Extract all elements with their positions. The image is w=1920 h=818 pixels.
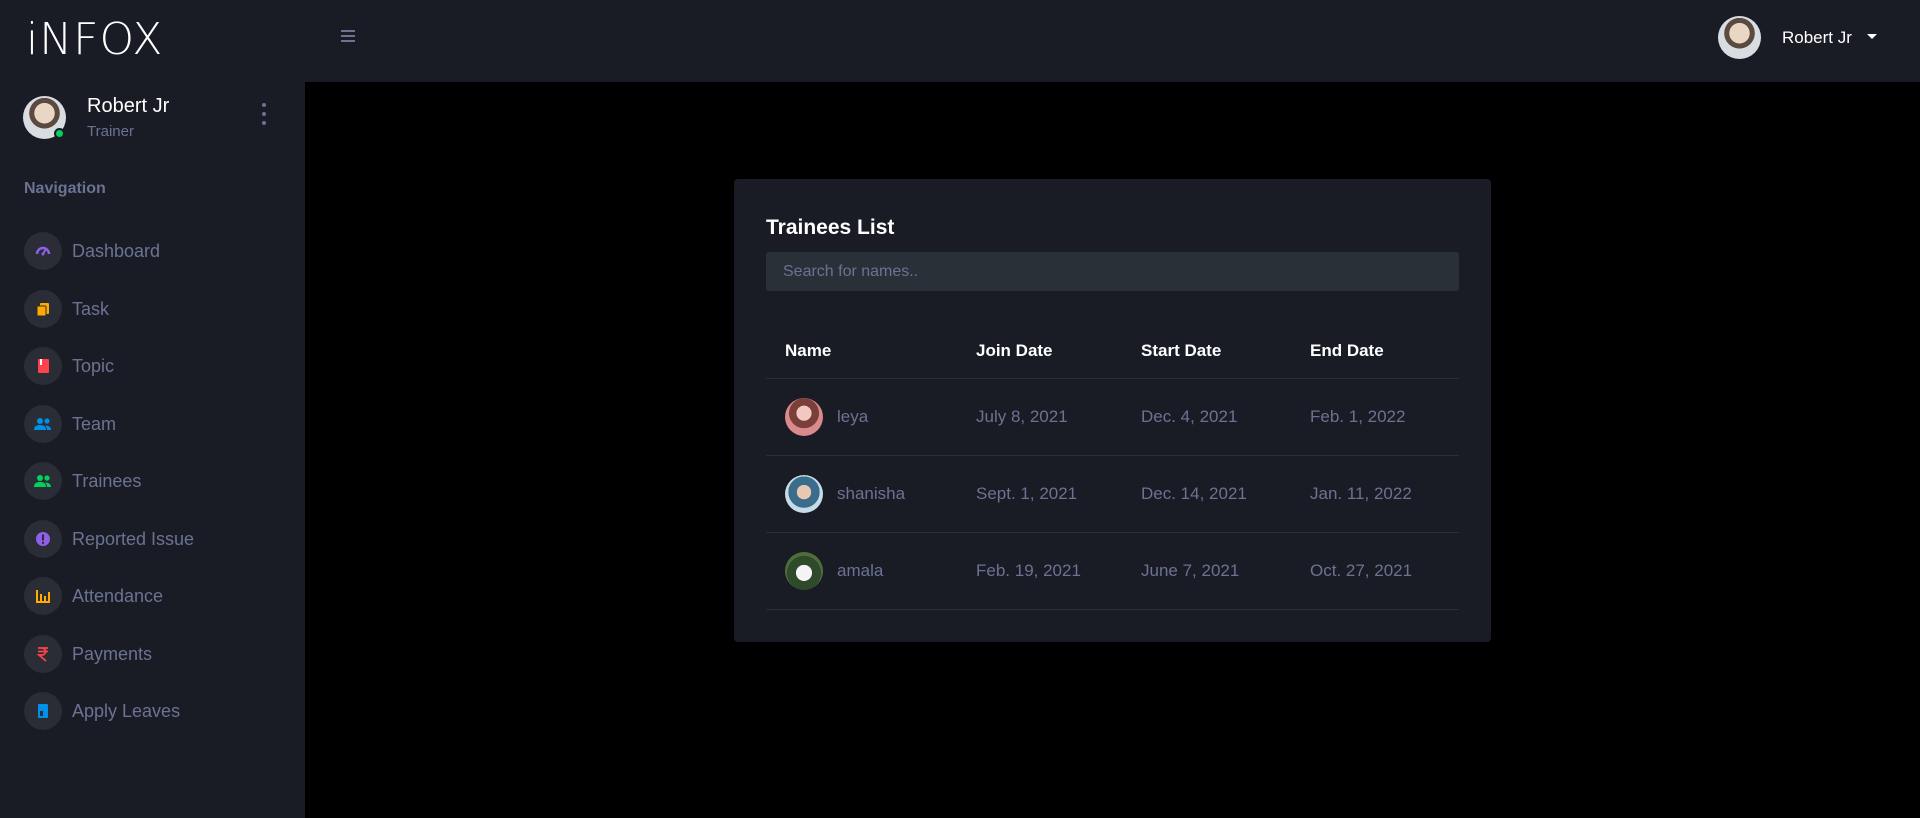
nav-heading: Navigation — [24, 180, 106, 197]
online-status-dot — [54, 128, 65, 139]
avatar — [785, 397, 823, 436]
sidebar-item-trainees[interactable]: Trainees — [24, 461, 294, 501]
sidebar-item-label: Payments — [72, 643, 153, 664]
sidebar-item-label: Reported Issue — [72, 528, 195, 549]
caret-down-icon[interactable] — [1867, 34, 1877, 39]
card-title: Trainees List — [766, 216, 895, 239]
sidebar-item-task[interactable]: Task — [24, 289, 294, 329]
sidebar-item-label: Trainees — [72, 470, 142, 491]
topbar: Robert Jr — [305, 0, 1920, 82]
sidebar-item-label: Attendance — [72, 585, 164, 606]
avatar[interactable] — [1718, 16, 1761, 59]
trainee-name: shanisha — [837, 483, 906, 503]
group-icon — [24, 405, 62, 443]
notebook-icon — [24, 692, 62, 730]
menu-icon[interactable] — [341, 30, 355, 42]
user-menu-toggle[interactable]: Robert Jr — [1782, 28, 1852, 48]
start-date-cell: Dec. 14, 2021 — [1122, 455, 1291, 533]
end-date-cell: Feb. 1, 2022 — [1291, 378, 1459, 456]
sidebar-item-label: Dashboard — [72, 240, 161, 261]
sidebar-item-apply-leaves[interactable]: Apply Leaves — [24, 691, 294, 731]
speedometer-icon — [24, 232, 62, 270]
table-row[interactable]: leya July 8, 2021 Dec. 4, 2021 Feb. 1, 2… — [766, 378, 1459, 456]
name-cell: shanisha — [766, 455, 957, 533]
end-date-cell: Oct. 27, 2021 — [1291, 532, 1459, 610]
table-row[interactable]: amala Feb. 19, 2021 June 7, 2021 Oct. 27… — [766, 532, 1459, 610]
alert-circle-icon — [24, 520, 62, 558]
table-row[interactable]: shanisha Sept. 1, 2021 Dec. 14, 2021 Jan… — [766, 455, 1459, 533]
join-date-cell: July 8, 2021 — [957, 378, 1122, 456]
search-input[interactable] — [766, 252, 1459, 291]
sidebar-item-label: Apply Leaves — [72, 700, 181, 721]
sidebar-profile: Robert Jr Trainer — [23, 95, 283, 145]
table-header-row: Name Join Date Start Date End Date — [766, 324, 1459, 379]
column-header-start-date: Start Date — [1122, 324, 1291, 379]
sidebar: iNFOX Robert Jr Trainer Navigation Dashb… — [0, 0, 305, 818]
name-cell: amala — [766, 532, 957, 610]
sidebar-item-label: Topic — [72, 355, 115, 376]
copy-icon — [24, 290, 62, 328]
join-date-cell: Sept. 1, 2021 — [957, 455, 1122, 533]
more-vertical-icon[interactable] — [259, 103, 269, 125]
profile-name: Robert Jr — [87, 95, 170, 117]
sidebar-item-label: Task — [72, 298, 110, 319]
avatar — [785, 551, 823, 590]
join-date-cell: Feb. 19, 2021 — [957, 532, 1122, 610]
sidebar-item-attendance[interactable]: Attendance — [24, 576, 294, 616]
column-header-end-date: End Date — [1291, 324, 1459, 379]
start-date-cell: Dec. 4, 2021 — [1122, 378, 1291, 456]
start-date-cell: June 7, 2021 — [1122, 532, 1291, 610]
sidebar-item-label: Team — [72, 413, 117, 434]
sidebar-item-topic[interactable]: Topic — [24, 346, 294, 386]
avatar — [785, 474, 823, 513]
brand-logo[interactable]: iNFOX — [26, 14, 163, 65]
name-cell: leya — [766, 378, 957, 456]
trainees-card: Trainees List Name Join Date Start Date … — [734, 179, 1491, 642]
profile-role: Trainer — [87, 123, 134, 140]
trainees-table: Name Join Date Start Date End Date leya … — [766, 324, 1459, 610]
trainee-name: leya — [837, 406, 869, 426]
sidebar-item-reported-issue[interactable]: Reported Issue — [24, 519, 294, 559]
column-header-join-date: Join Date — [957, 324, 1122, 379]
trainee-name: amala — [837, 560, 884, 580]
sidebar-item-team[interactable]: Team — [24, 404, 294, 444]
sidebar-item-payments[interactable]: Payments — [24, 634, 294, 674]
sidebar-item-dashboard[interactable]: Dashboard — [24, 231, 294, 271]
column-header-name: Name — [766, 324, 957, 379]
bar-chart-icon — [24, 577, 62, 615]
group-icon — [24, 462, 62, 500]
book-icon — [24, 347, 62, 385]
rupee-icon — [24, 635, 62, 673]
end-date-cell: Jan. 11, 2022 — [1291, 455, 1459, 533]
